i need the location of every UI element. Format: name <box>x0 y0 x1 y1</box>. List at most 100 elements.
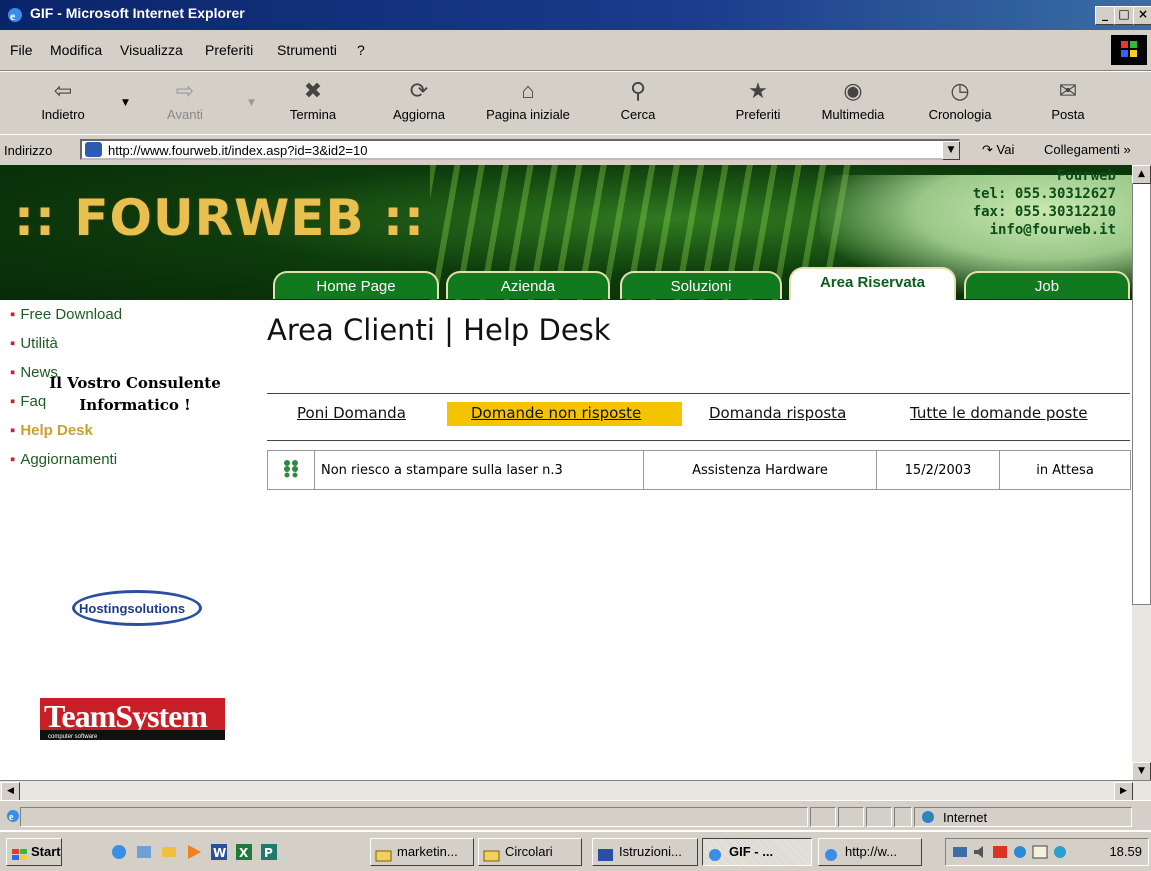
scroll-up-icon[interactable]: ▲ <box>1132 165 1151 184</box>
windows-logo-icon <box>1111 35 1147 65</box>
system-tray: 18.59 <box>945 838 1149 866</box>
calendar-icon[interactable] <box>1032 844 1048 864</box>
title-bar: e GIF - Microsoft Internet Explorer _ □ … <box>0 0 1151 30</box>
scroll-thumb[interactable] <box>1132 165 1151 605</box>
refresh-icon: ⟳ <box>409 78 429 103</box>
back-button[interactable]: ⇦ Indietro <box>18 76 108 130</box>
sidebar-item-utilita[interactable]: ▪ Utilità <box>10 335 58 352</box>
media-player-quicklaunch-icon[interactable] <box>185 843 203 861</box>
windows-flag-icon <box>11 845 28 860</box>
outlook-quicklaunch-icon[interactable] <box>160 843 178 861</box>
sidebar-item-help-desk[interactable]: ▪ Help Desk <box>10 422 93 439</box>
task-http[interactable]: http://w... <box>818 838 922 866</box>
page-viewport: :: FOURWEB :: Fourweb tel: 055.30312627 … <box>0 165 1132 780</box>
favorites-icon: ★ <box>748 78 768 103</box>
divider <box>267 393 1130 394</box>
search-button[interactable]: ⚲ Cerca <box>593 76 683 130</box>
word-quicklaunch-icon[interactable]: W <box>210 843 228 861</box>
table-row[interactable]: Non riesco a stampare sulla laser n.3 As… <box>267 450 1131 490</box>
messenger-icon[interactable] <box>1012 844 1028 864</box>
menu-preferiti[interactable]: Preferiti <box>205 42 253 58</box>
forward-dropdown-icon[interactable]: ▼ <box>248 98 255 108</box>
tab-job[interactable]: Job <box>964 271 1130 299</box>
task-gif-active[interactable]: GIF - ... <box>702 838 812 866</box>
taskbar: Start W X P marketin... Circolari Istruz… <box>0 830 1151 871</box>
ie-quicklaunch-icon[interactable] <box>110 843 128 861</box>
links-button[interactable]: Collegamenti » <box>1044 142 1131 157</box>
tab-area-riservata[interactable]: Area Riservata <box>789 267 956 300</box>
forward-button[interactable]: ⇨ Avanti <box>140 76 230 130</box>
vertical-scrollbar[interactable]: ▲ ▼ <box>1132 165 1151 781</box>
refresh-button[interactable]: ⟳ Aggiorna <box>374 76 464 130</box>
teamsystem-logo[interactable]: TeamSystem computer software <box>40 698 225 740</box>
menu-file[interactable]: File <box>10 42 33 58</box>
svg-text:e: e <box>9 812 14 823</box>
page-status-icon: e <box>6 809 20 827</box>
task-istruzioni[interactable]: Istruzioni... <box>592 838 698 866</box>
word-doc-icon <box>597 845 614 861</box>
close-button[interactable]: × <box>1133 6 1151 25</box>
start-button[interactable]: Start <box>6 838 62 866</box>
search-icon: ⚲ <box>629 78 647 103</box>
address-dropdown-icon[interactable]: ▼ <box>942 141 960 160</box>
ie-icon: e <box>6 6 24 24</box>
volume-icon[interactable] <box>972 844 988 864</box>
favorites-button[interactable]: ★ Preferiti <box>713 76 803 130</box>
excel-quicklaunch-icon[interactable]: X <box>235 843 253 861</box>
horizontal-scrollbar[interactable]: ◀ ▶ <box>0 780 1151 801</box>
task-marketing[interactable]: marketin... <box>370 838 474 866</box>
publisher-quicklaunch-icon[interactable]: P <box>260 843 278 861</box>
category-cell: Assistenza Hardware <box>643 450 877 490</box>
network-icon[interactable] <box>952 844 968 864</box>
back-dropdown-icon[interactable]: ▼ <box>122 98 129 108</box>
date-cell: 15/2/2003 <box>876 450 1000 490</box>
explorer-quicklaunch-icon[interactable] <box>135 843 153 861</box>
minimize-button[interactable]: _ <box>1095 6 1115 25</box>
menu-strumenti[interactable]: Strumenti <box>277 42 337 58</box>
mail-button[interactable]: ✉ Posta <box>1033 76 1103 130</box>
globe-tray-icon[interactable] <box>1052 844 1068 864</box>
svg-text:W: W <box>213 846 226 860</box>
address-url: http://www.fourweb.it/index.asp?id=3&id2… <box>108 143 368 158</box>
fourweb-logo[interactable]: :: FOURWEB :: <box>14 189 425 247</box>
page-icon <box>85 142 102 157</box>
go-arrow-icon: ↷ <box>982 142 993 157</box>
scroll-right-icon[interactable]: ▶ <box>1114 782 1133 801</box>
scroll-down-icon[interactable]: ▼ <box>1132 762 1151 781</box>
home-button[interactable]: ⌂ Pagina iniziale <box>478 76 578 130</box>
hosting-solutions-logo[interactable]: Hostingsolutions <box>72 590 202 626</box>
sidebar-item-free-download[interactable]: ▪ Free Download <box>10 306 122 323</box>
tab-domanda-risposta[interactable]: Domanda risposta <box>709 404 846 422</box>
folder-icon <box>483 845 500 862</box>
media-button[interactable]: ◉ Multimedia <box>808 76 898 130</box>
task-circolari[interactable]: Circolari <box>478 838 582 866</box>
menu-help[interactable]: ? <box>357 42 365 58</box>
tab-domande-non-risposte[interactable]: Domande non risposte <box>471 404 641 422</box>
menu-visualizza[interactable]: Visualizza <box>120 42 183 58</box>
dots-icon <box>267 450 315 490</box>
consultant-tagline: Il Vostro Consulente Informatico ! <box>49 374 221 414</box>
security-zone: Internet <box>914 807 1132 827</box>
tab-tutte-le-domande[interactable]: Tutte le domande poste <box>910 404 1087 422</box>
tab-home-page[interactable]: Home Page <box>273 271 439 299</box>
status-cell: in Attesa <box>999 450 1131 490</box>
ie-icon <box>823 845 840 861</box>
go-button[interactable]: ↷ Vai <box>982 142 1014 158</box>
scroll-left-icon[interactable]: ◀ <box>1 782 20 801</box>
tab-soluzioni[interactable]: Soluzioni <box>620 271 782 299</box>
menu-bar: File Modifica Visualizza Preferiti Strum… <box>0 30 1151 71</box>
menu-modifica[interactable]: Modifica <box>50 42 102 58</box>
mail-icon: ✉ <box>1058 78 1078 103</box>
home-icon: ⌂ <box>521 78 535 103</box>
sidebar-item-aggiornamenti[interactable]: ▪ Aggiornamenti <box>10 451 117 468</box>
history-icon: ◷ <box>950 78 970 103</box>
stop-button[interactable]: ✖ Termina <box>268 76 358 130</box>
maximize-button[interactable]: □ <box>1114 6 1134 25</box>
history-button[interactable]: ◷ Cronologia <box>915 76 1005 130</box>
antivirus-icon[interactable] <box>992 844 1008 864</box>
svg-text:e: e <box>10 9 16 23</box>
questions-table: Non riesco a stampare sulla laser n.3 As… <box>267 450 1131 490</box>
tab-poni-domanda[interactable]: Poni Domanda <box>297 404 406 422</box>
address-input[interactable]: http://www.fourweb.it/index.asp?id=3&id2… <box>80 139 960 160</box>
tab-azienda[interactable]: Azienda <box>446 271 610 299</box>
